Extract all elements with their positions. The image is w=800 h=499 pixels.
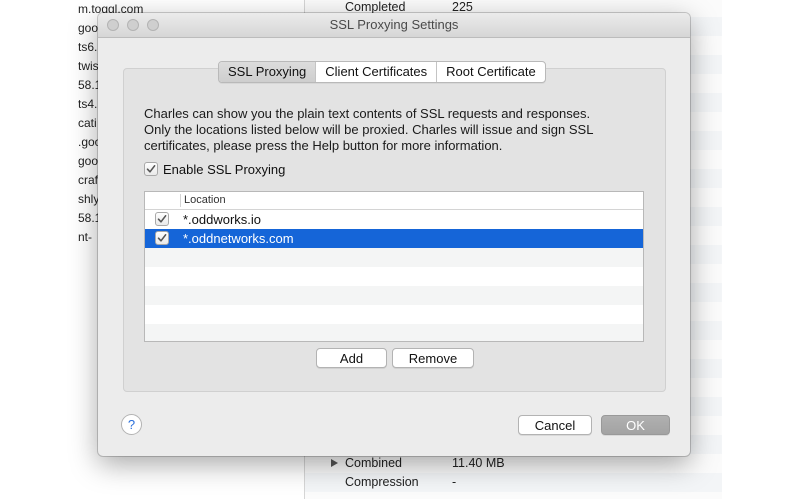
detail-value: 11.40 MB — [452, 456, 505, 470]
detail-row: Compression - — [305, 473, 722, 492]
cancel-button[interactable]: Cancel — [518, 415, 592, 435]
locations-table: Location *.oddworks.io *.oddnetworks.com — [144, 191, 644, 342]
tab-bar: SSL Proxying Client Certificates Root Ce… — [218, 61, 546, 83]
location-column-header[interactable]: Location — [184, 192, 226, 209]
tab-client-certificates[interactable]: Client Certificates — [315, 62, 436, 82]
detail-value: - — [452, 475, 457, 489]
table-header: Location — [145, 192, 643, 210]
row-enabled-checkbox[interactable] — [155, 212, 169, 226]
table-row-empty — [145, 267, 643, 286]
table-row-empty — [145, 248, 643, 267]
description-line: Charles can show you the plain text cont… — [144, 106, 591, 121]
checkbox[interactable] — [144, 162, 158, 176]
detail-label: Compression — [345, 475, 419, 489]
table-row-empty — [145, 286, 643, 305]
table-row-empty — [145, 324, 643, 341]
title-bar[interactable]: SSL Proxying Settings — [98, 13, 690, 38]
tab-ssl-proxying[interactable]: SSL Proxying — [219, 62, 316, 82]
host-list-item[interactable]: goo — [78, 152, 98, 171]
host-list-item[interactable]: nt- — [78, 228, 92, 247]
description-text: Charles can show you the plain text cont… — [144, 106, 644, 154]
detail-label: Combined — [345, 456, 402, 470]
remove-button[interactable]: Remove — [392, 348, 474, 368]
detail-row[interactable]: Combined 11.40 MB — [305, 454, 722, 473]
ok-button[interactable]: OK — [601, 415, 670, 435]
checkmark-icon — [157, 215, 167, 223]
host-list-item[interactable]: cati — [78, 114, 97, 133]
host-list-item[interactable]: goo — [78, 19, 98, 38]
table-row-selected[interactable]: *.oddnetworks.com — [145, 229, 643, 248]
location-value: *.oddnetworks.com — [183, 231, 294, 246]
table-row-empty — [145, 305, 643, 324]
host-list-item[interactable]: ts6. — [78, 38, 97, 57]
help-icon[interactable]: ? — [121, 414, 142, 435]
enable-ssl-proxying-checkbox[interactable]: Enable SSL Proxying — [144, 161, 285, 177]
description-line: certificates, please press the Help butt… — [144, 138, 503, 153]
add-button[interactable]: Add — [316, 348, 387, 368]
host-list-item[interactable]: ts4. — [78, 95, 97, 114]
disclosure-triangle-icon[interactable] — [331, 459, 338, 467]
checkmark-icon — [146, 165, 156, 173]
description-line: Only the locations listed below will be … — [144, 122, 594, 137]
ssl-proxying-settings-dialog: SSL Proxying Settings SSL Proxying Clien… — [98, 13, 690, 456]
column-separator — [180, 194, 181, 207]
location-value: *.oddworks.io — [183, 212, 262, 227]
window-title: SSL Proxying Settings — [329, 17, 459, 32]
host-list-item[interactable]: craf — [78, 171, 98, 190]
checkmark-icon — [157, 234, 167, 242]
host-list-item[interactable]: twis — [78, 57, 99, 76]
row-enabled-checkbox[interactable] — [155, 231, 169, 245]
table-row[interactable]: *.oddworks.io — [145, 210, 643, 229]
host-list-item[interactable]: shly — [78, 190, 99, 209]
enable-ssl-proxying-label: Enable SSL Proxying — [163, 161, 286, 177]
tab-root-certificate[interactable]: Root Certificate — [436, 62, 545, 82]
